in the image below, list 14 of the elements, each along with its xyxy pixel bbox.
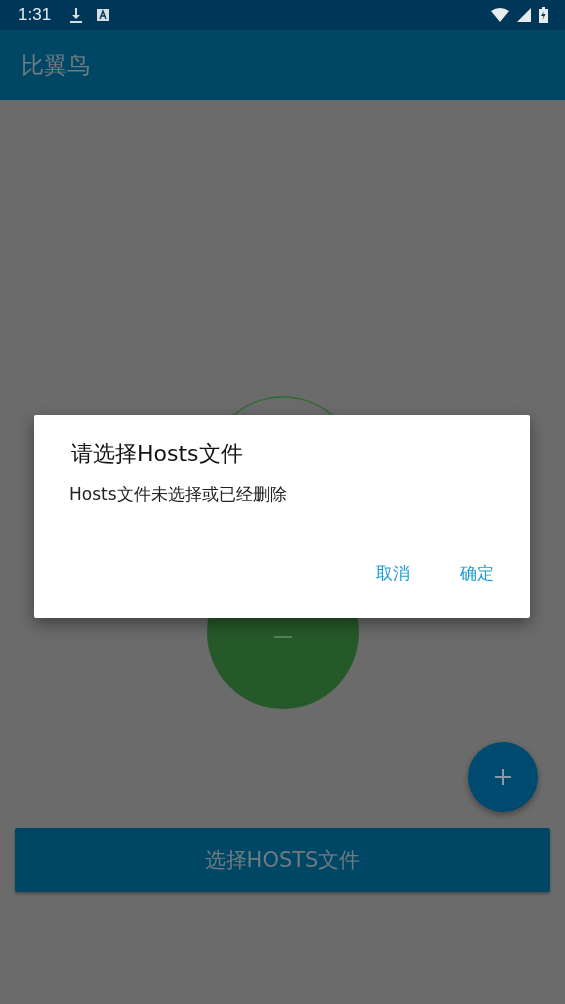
cancel-button[interactable]: 取消 <box>362 554 424 593</box>
add-button[interactable] <box>468 742 538 812</box>
download-icon <box>69 7 84 23</box>
confirm-button[interactable]: 确定 <box>446 554 508 593</box>
wifi-icon <box>491 8 509 22</box>
battery-icon <box>539 7 548 23</box>
plus-icon <box>494 768 512 786</box>
select-hosts-button[interactable]: 选择HOSTS文件 <box>15 828 550 892</box>
dialog-title: 请选择Hosts文件 <box>70 440 244 468</box>
dialog-message: Hosts文件未选择或已经删除 <box>69 483 288 506</box>
status-time: 1:31 <box>18 5 52 25</box>
app-title: 比翼鸟 <box>21 50 90 80</box>
signal-icon <box>517 8 531 22</box>
keyboard-a-icon <box>97 9 110 21</box>
